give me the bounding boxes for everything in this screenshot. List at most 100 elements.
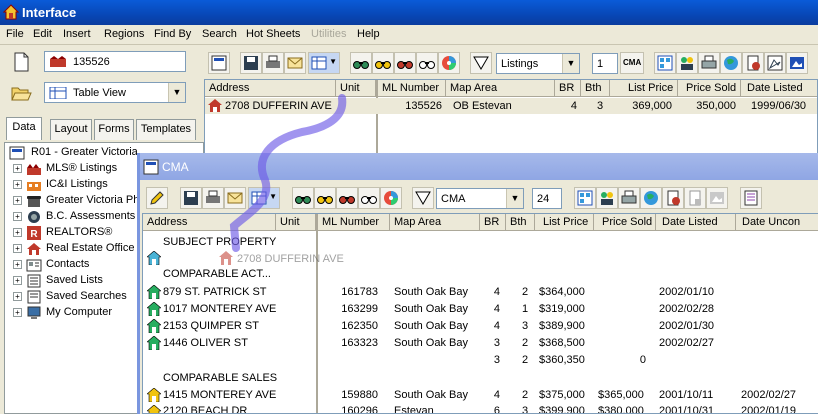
column-header-price-sold[interactable]: Price Sold: [594, 214, 656, 231]
save-button[interactable]: [180, 187, 202, 209]
column-header-bth[interactable]: Bth: [506, 214, 535, 231]
pencil-icon: [150, 191, 164, 205]
menu-edit[interactable]: Edit: [33, 28, 52, 40]
binoculars-green-button[interactable]: [292, 187, 314, 209]
table-view-button[interactable]: ▼: [248, 187, 280, 209]
tab-layout[interactable]: Layout: [50, 119, 92, 140]
globe-button[interactable]: [720, 52, 742, 74]
table-row[interactable]: 1446 OLIVER ST 163323 South Oak Bay 3 2 …: [143, 335, 818, 352]
column-header-unit[interactable]: Unit: [336, 80, 376, 97]
print-icon: [206, 190, 220, 203]
column-header-ml-number[interactable]: ML Number: [378, 80, 446, 97]
chevron-down-icon[interactable]: ▼: [562, 54, 579, 73]
column-header-bth[interactable]: Bth: [581, 80, 610, 97]
binoculars-yellow-button[interactable]: [372, 52, 394, 74]
new-document-button[interactable]: [8, 50, 34, 74]
printer-button[interactable]: [618, 187, 640, 209]
globe-button[interactable]: [640, 187, 662, 209]
table-row[interactable]: 2120 BEACH DR 160296 Estevan 6 3 $399,90…: [143, 404, 818, 413]
view-select[interactable]: Table View ▼: [44, 82, 186, 103]
column-header-list-price[interactable]: List Price: [610, 80, 678, 97]
menu-search[interactable]: Search: [202, 28, 237, 40]
photo-button[interactable]: [706, 187, 728, 209]
filter-icon: [473, 56, 489, 70]
binoculars-green-button[interactable]: [350, 52, 372, 74]
binoculars-yellow-button[interactable]: [314, 187, 336, 209]
printer-button[interactable]: [698, 52, 720, 74]
document-export-button[interactable]: [742, 52, 764, 74]
map-button[interactable]: [764, 52, 786, 74]
layout-button[interactable]: [208, 52, 230, 74]
column-header-price-sold[interactable]: Price Sold: [678, 80, 741, 97]
filter-button[interactable]: [470, 52, 492, 74]
edit-button[interactable]: [146, 187, 168, 209]
gallery-button[interactable]: [574, 187, 596, 209]
menu-help[interactable]: Help: [357, 28, 380, 40]
column-header-ml-number[interactable]: ML Number: [318, 214, 390, 231]
menu-insert[interactable]: Insert: [63, 28, 91, 40]
people-button[interactable]: [596, 187, 618, 209]
report-button[interactable]: [740, 187, 762, 209]
tab-forms[interactable]: Forms: [94, 119, 134, 140]
column-header-date-uncon[interactable]: Date Uncon: [736, 214, 818, 231]
document-export-button[interactable]: [662, 187, 684, 209]
people-icon: [681, 57, 693, 70]
open-folder-button[interactable]: [8, 81, 34, 105]
tab-data[interactable]: Data: [6, 117, 42, 140]
new-document-icon: [14, 52, 29, 72]
table-row[interactable]: 1415 MONTEREY AVE 159880 South Oak Bay 4…: [143, 387, 818, 404]
binoculars-white-button[interactable]: [416, 52, 438, 74]
email-button[interactable]: [284, 52, 306, 74]
table-view-button[interactable]: ▼: [308, 52, 340, 74]
chevron-down-icon[interactable]: ▼: [506, 189, 523, 208]
table-row[interactable]: 1017 MONTEREY AVE 163299 South Oak Bay 4…: [143, 301, 818, 318]
globe-icon: [724, 56, 738, 70]
filter-button[interactable]: [412, 187, 434, 209]
people-button[interactable]: [676, 52, 698, 74]
listings-select[interactable]: Listings ▼: [496, 53, 580, 74]
binoculars-red-button[interactable]: [336, 187, 358, 209]
color-wheel-button[interactable]: [380, 187, 402, 209]
table-row[interactable]: 2708 DUFFERIN AVE 135526 OB Estevan 4 3 …: [205, 98, 817, 114]
realtor-icon: R: [27, 226, 41, 240]
cma-button[interactable]: CMA: [620, 52, 644, 74]
column-header-br[interactable]: BR: [480, 214, 506, 231]
count-field[interactable]: 24: [532, 188, 562, 209]
color-wheel-button[interactable]: [438, 52, 460, 74]
column-header-br[interactable]: BR: [555, 80, 581, 97]
save-button[interactable]: [240, 52, 262, 74]
expand-icon: +: [13, 228, 22, 237]
column-header-map-area[interactable]: Map Area: [446, 80, 555, 97]
column-header-address[interactable]: Address: [205, 80, 336, 97]
binoculars-red-icon: [397, 61, 413, 69]
title-bar: Interface: [0, 0, 818, 25]
photo-button[interactable]: [786, 52, 808, 74]
table-row[interactable]: 2153 QUIMPER ST 162350 South Oak Bay 4 3…: [143, 318, 818, 335]
column-header-date-listed[interactable]: Date Listed: [741, 80, 817, 97]
menu-hot-sheets[interactable]: Hot Sheets: [246, 28, 300, 40]
binoculars-green-icon: [353, 61, 369, 69]
document-tag-button[interactable]: [684, 187, 706, 209]
binoculars-white-button[interactable]: [358, 187, 380, 209]
chevron-down-icon[interactable]: ▼: [168, 83, 185, 102]
menu-file[interactable]: File: [6, 28, 24, 40]
page-number-field[interactable]: 1: [592, 53, 618, 74]
column-header-date-listed[interactable]: Date Listed: [656, 214, 736, 231]
cma-select[interactable]: CMA ▼: [436, 188, 524, 209]
gallery-button[interactable]: [654, 52, 676, 74]
tab-templates[interactable]: Templates: [136, 119, 196, 140]
column-header-map-area[interactable]: Map Area: [390, 214, 480, 231]
mls-number-field[interactable]: 135526: [44, 51, 186, 72]
table-row[interactable]: 879 ST. PATRICK ST 161783 South Oak Bay …: [143, 284, 818, 301]
globe-icon: [644, 191, 658, 205]
column-header-list-price[interactable]: List Price: [535, 214, 594, 231]
office-icon: [27, 243, 41, 255]
menu-find-by[interactable]: Find By: [154, 28, 191, 40]
print-button[interactable]: [202, 187, 224, 209]
print-button[interactable]: [262, 52, 284, 74]
menu-regions[interactable]: Regions: [104, 28, 144, 40]
column-header-unit[interactable]: Unit: [276, 214, 316, 231]
column-header-address[interactable]: Address: [143, 214, 276, 231]
email-button[interactable]: [224, 187, 246, 209]
binoculars-red-button[interactable]: [394, 52, 416, 74]
